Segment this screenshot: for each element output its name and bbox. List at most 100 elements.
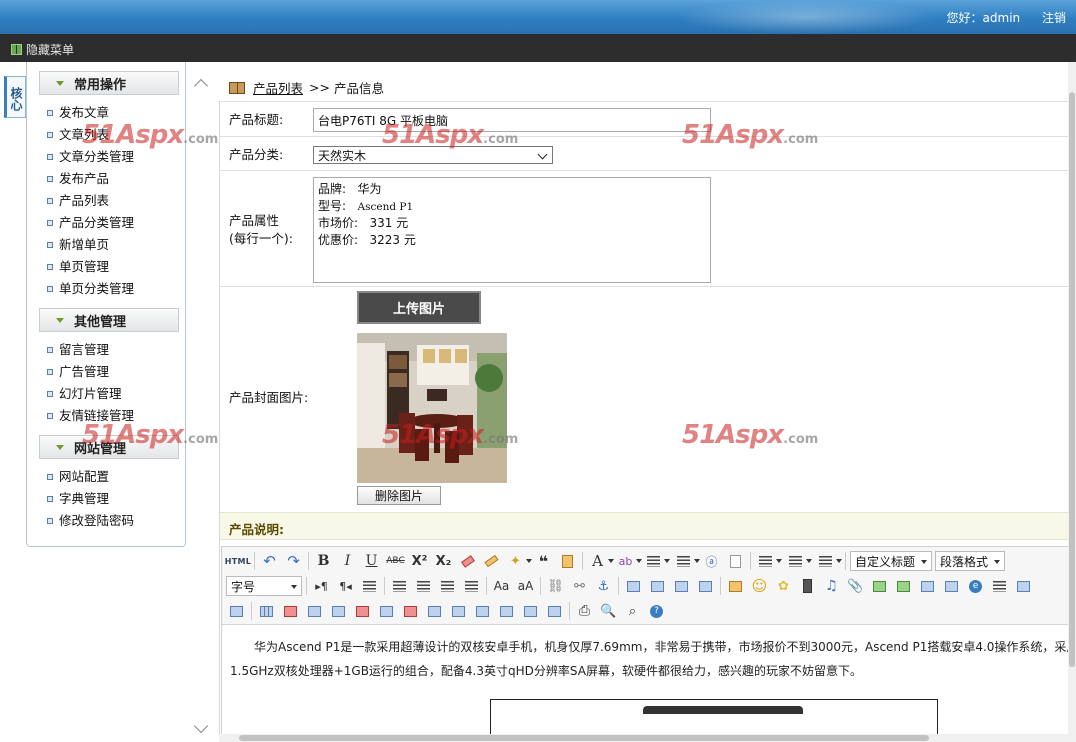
insert-col-icon[interactable]: [376, 601, 397, 621]
align-justify-icon[interactable]: [461, 576, 482, 596]
html-source-button[interactable]: HTML: [225, 551, 251, 571]
ordered-list-icon[interactable]: [643, 551, 670, 571]
float-center-icon[interactable]: [695, 576, 716, 596]
vertical-scrollbar[interactable]: [1068, 62, 1076, 742]
image-center-icon[interactable]: [869, 576, 890, 596]
line-height-above-icon[interactable]: [755, 551, 782, 571]
insert-paragraph-before-icon[interactable]: [304, 601, 325, 621]
split-cells-icon[interactable]: [496, 601, 517, 621]
sidebar-group-other[interactable]: 其他管理: [39, 308, 179, 332]
insert-table-icon[interactable]: [256, 601, 277, 621]
float-left-icon[interactable]: [623, 576, 644, 596]
product-category-select[interactable]: 天然实木: [313, 146, 553, 164]
sidebar-item-page-manage[interactable]: 单页管理: [47, 256, 134, 278]
custom-title-select[interactable]: 自定义标题: [850, 551, 933, 571]
merge-right-icon[interactable]: [448, 601, 469, 621]
sidebar-item-ads[interactable]: 广告管理: [47, 361, 134, 383]
superscript-icon[interactable]: X²: [409, 551, 430, 571]
music-icon[interactable]: ♫: [821, 576, 842, 596]
undo-icon[interactable]: ↶: [259, 551, 280, 571]
delete-row-icon[interactable]: [352, 601, 373, 621]
sidebar-item-slides[interactable]: 幻灯片管理: [47, 383, 134, 405]
underline-icon[interactable]: U: [361, 551, 382, 571]
search-replace-icon[interactable]: ⌕: [622, 601, 643, 621]
highlight-color-icon[interactable]: ab: [615, 551, 642, 571]
float-none-icon[interactable]: [647, 576, 668, 596]
magic-wand-icon[interactable]: ✦: [505, 551, 532, 571]
scrollbar-thumb[interactable]: [1069, 92, 1075, 667]
sidebar-item-publish-product[interactable]: 发布产品: [47, 168, 134, 190]
blank-page-icon[interactable]: [725, 551, 746, 571]
lowercase-icon[interactable]: aA: [515, 576, 536, 596]
align-center-icon[interactable]: [413, 576, 434, 596]
insert-row-icon[interactable]: [328, 601, 349, 621]
web-page-icon[interactable]: e: [965, 576, 986, 596]
sidebar-item-page-category[interactable]: 单页分类管理: [47, 278, 134, 300]
indent-icon[interactable]: [359, 576, 380, 596]
anchor-icon[interactable]: ⚓: [593, 576, 614, 596]
align-right-icon[interactable]: [437, 576, 458, 596]
template-icon[interactable]: [1013, 576, 1034, 596]
sidebar-item-messages[interactable]: 留言管理: [47, 339, 134, 361]
merge-down-icon[interactable]: [472, 601, 493, 621]
emotion-icon[interactable]: ☺: [749, 576, 770, 596]
char-spacing-icon[interactable]: ⓐ: [701, 551, 722, 571]
split-rows-icon[interactable]: [520, 601, 541, 621]
sidebar-item-article-category[interactable]: 文章分类管理: [47, 146, 134, 168]
strikethrough-icon[interactable]: ABC: [385, 551, 406, 571]
paragraph-format-select[interactable]: 段落格式: [935, 551, 1006, 571]
hide-menu-button[interactable]: 隐藏菜单: [11, 41, 74, 58]
font-color-icon[interactable]: A: [587, 551, 614, 571]
preview-icon[interactable]: 🔍: [598, 601, 619, 621]
horizontal-scrollbar[interactable]: [219, 734, 1068, 742]
sidebar-group-common[interactable]: 常用操作: [39, 71, 179, 95]
ltr-icon[interactable]: ▸¶: [311, 576, 332, 596]
product-attributes-textarea[interactable]: 品牌: 华为 型号: Ascend P1 市场价: 331 元 优惠价: 322…: [313, 177, 711, 283]
align-left-icon[interactable]: [389, 576, 410, 596]
product-title-input[interactable]: 台电P76TI 8G 平板电脑: [313, 108, 711, 132]
logout-link[interactable]: 注销: [1042, 11, 1066, 25]
attachment-icon[interactable]: 📎: [845, 576, 866, 596]
scrollbar-thumb[interactable]: [239, 735, 929, 741]
word-image-icon[interactable]: [226, 601, 247, 621]
quote-icon[interactable]: ❝: [533, 551, 554, 571]
image-icon[interactable]: [725, 576, 746, 596]
tab-core[interactable]: 核心: [4, 76, 26, 118]
print-icon[interactable]: ⎙: [574, 601, 595, 621]
uppercase-icon[interactable]: Aa: [491, 576, 512, 596]
video-icon[interactable]: [797, 576, 818, 596]
split-cols-icon[interactable]: [544, 601, 565, 621]
delete-table-icon[interactable]: [280, 601, 301, 621]
sidebar-item-product-list[interactable]: 产品列表: [47, 190, 134, 212]
breadcrumb-product-list-link[interactable]: 产品列表: [253, 78, 303, 97]
sidebar-item-product-category[interactable]: 产品分类管理: [47, 212, 134, 234]
delete-image-button[interactable]: 删除图片: [357, 486, 441, 505]
upload-image-button[interactable]: 上传图片: [357, 291, 481, 324]
line-spacing-icon[interactable]: [815, 551, 842, 571]
line-height-below-icon[interactable]: [785, 551, 812, 571]
bold-icon[interactable]: B: [313, 551, 334, 571]
paste-plain-icon[interactable]: [557, 551, 578, 571]
sidebar-item-site-config[interactable]: 网站配置: [47, 466, 134, 488]
sidebar-item-dictionary[interactable]: 字典管理: [47, 488, 134, 510]
unordered-list-icon[interactable]: [673, 551, 700, 571]
link-icon[interactable]: ⛓: [545, 576, 566, 596]
font-size-select[interactable]: 字号: [226, 576, 302, 596]
sidebar-group-site[interactable]: 网站管理: [39, 435, 179, 459]
format-brush-icon[interactable]: [481, 551, 502, 571]
sidebar-item-friend-links[interactable]: 友情链接管理: [47, 405, 134, 427]
sidebar-item-article-list[interactable]: 文章列表: [47, 124, 134, 146]
insert-frame-icon[interactable]: [941, 576, 962, 596]
scrawl-icon[interactable]: ✿: [773, 576, 794, 596]
italic-icon[interactable]: I: [337, 551, 358, 571]
redo-icon[interactable]: ↷: [283, 551, 304, 571]
eraser-icon[interactable]: [457, 551, 478, 571]
rtl-icon[interactable]: ¶◂: [335, 576, 356, 596]
float-right-icon[interactable]: [671, 576, 692, 596]
unlink-icon[interactable]: ⚯: [569, 576, 590, 596]
page-break-icon[interactable]: [989, 576, 1010, 596]
editor-content[interactable]: 华为Ascend P1是一款采用超薄设计的双核安卓手机，机身仅厚7.69mm，非…: [230, 635, 1076, 683]
sidebar-item-change-password[interactable]: 修改登陆密码: [47, 510, 134, 532]
delete-col-icon[interactable]: [400, 601, 421, 621]
subscript-icon[interactable]: X₂: [433, 551, 454, 571]
